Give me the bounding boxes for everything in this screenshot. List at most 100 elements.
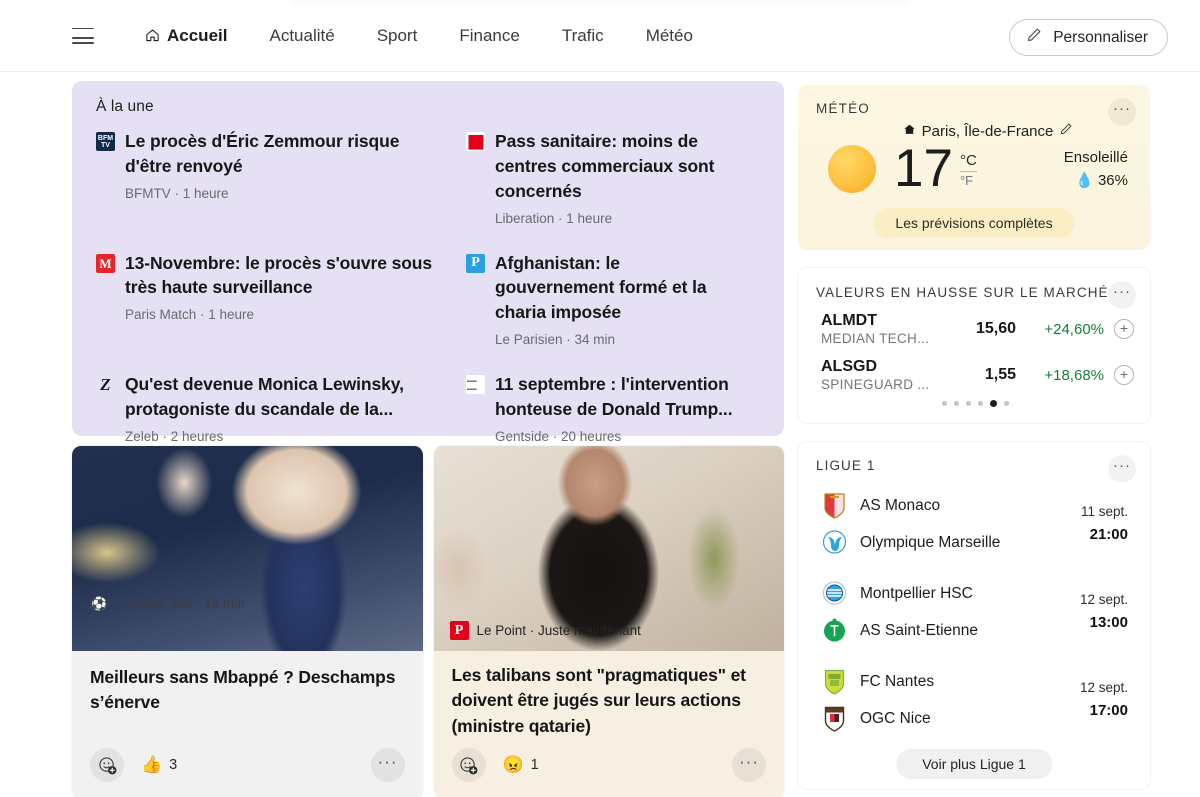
angry-face-icon: 😠 <box>502 755 524 774</box>
team-name: FC Nantes <box>860 672 935 690</box>
headline-item[interactable]: BFM TV Le procès d'Éric Zemmour risque d'… <box>96 129 466 226</box>
stocks-label: VALEURS EN HAUSSE SUR LE MARCHÉ <box>816 285 1109 300</box>
article-title: Meilleurs sans Mbappé ? Deschamps s’éner… <box>90 667 396 713</box>
nav-item-actualite[interactable]: Actualité <box>248 20 355 52</box>
football365-logo-icon: ⚽ <box>91 595 108 611</box>
stock-change: +24,60% <box>1044 320 1104 338</box>
headline-item[interactable]: P Afghanistan: le gouvernement formé et … <box>466 251 760 348</box>
plus-circle-icon[interactable]: + <box>1114 365 1134 385</box>
unit-fahrenheit[interactable]: °F <box>959 170 977 188</box>
headline-item[interactable]: ▬▬ ▬▬ 11 septembre : l'intervention honte… <box>466 372 760 444</box>
nav-item-label: Météo <box>645 25 693 45</box>
content-area: À la une BFM TV Le procès d'Éric Zemmour … <box>0 72 1200 797</box>
headline-text: Pass sanitaire: moins de centres commerc… <box>495 131 715 201</box>
article-card[interactable]: P Le Point · Juste maintenant Les taliba… <box>433 446 784 797</box>
reaction-tally[interactable]: 👍 3 <box>141 755 177 775</box>
nav-item-label: Sport <box>376 25 418 45</box>
lepoint-logo-icon: P <box>449 621 469 640</box>
carousel-pager[interactable] <box>816 400 1134 407</box>
montpellier-hsc-crest-icon <box>822 579 847 608</box>
match-row[interactable]: Montpellier HSC AS Saint-Etienne 12 sept… <box>816 575 1134 649</box>
ogc-nice-crest-icon <box>822 704 847 733</box>
pager-dot[interactable] <box>941 401 947 406</box>
nav-item-label: Finance <box>459 25 520 45</box>
home-team: Montpellier HSC <box>822 575 1080 612</box>
reaction-count: 1 <box>530 757 539 773</box>
team-name: Olympique Marseille <box>860 533 1001 551</box>
weather-condition: Ensoleillé <box>1063 148 1128 166</box>
leparisien-logo-icon: P <box>466 253 485 273</box>
match-schedule: 11 sept. 21:00 <box>1081 502 1134 546</box>
stocks-widget: VALEURS EN HAUSSE SUR LE MARCHÉ ··· ALMD… <box>798 268 1150 423</box>
browser-chrome-strip <box>290 0 910 5</box>
weather-units[interactable]: °C °F <box>959 152 977 188</box>
more-options-icon[interactable]: ··· <box>1108 455 1136 483</box>
nav-item-meteo[interactable]: Météo <box>625 20 714 52</box>
pager-dot-active[interactable] <box>989 400 997 407</box>
match-date: 12 sept. <box>1079 679 1128 695</box>
more-options-icon[interactable]: ··· <box>370 748 405 782</box>
match-row[interactable]: FC Nantes OGC Nice 12 sept. 17:00 <box>816 663 1134 737</box>
weather-details: Ensoleillé 💧 36% <box>1064 149 1132 189</box>
as-monaco-crest-icon <box>822 491 847 520</box>
article-source: P Le Point · Juste maintenant <box>449 621 641 640</box>
headline-item[interactable]: Z Qu'est devenue Monica Lewinsky, protag… <box>96 372 466 444</box>
match-time: 21:00 <box>1089 525 1128 543</box>
team-name: AS Saint-Etienne <box>860 621 979 639</box>
nav-item-sport[interactable]: Sport <box>356 20 439 52</box>
home-icon <box>145 28 160 43</box>
article-title: Les talibans sont "pragmatiques" et doiv… <box>451 665 746 736</box>
pager-dot[interactable] <box>953 401 959 406</box>
headline-byline: Gentside · 20 heures <box>495 428 622 444</box>
headline-text: Afghanistan: le gouvernement formé et la… <box>495 252 707 323</box>
sun-icon <box>828 144 876 193</box>
ligue1-widget: LIGUE 1 ··· AS Monaco Olympique Marseill… <box>798 442 1150 789</box>
article-source: ⚽ Football 365 · 18 min <box>90 594 244 613</box>
weather-location[interactable]: Paris, Île-de-France <box>816 122 1132 140</box>
reaction-tally[interactable]: 😠 1 <box>503 755 539 775</box>
pager-dot[interactable] <box>1003 401 1009 406</box>
headline-item[interactable]: ▐█▌ Pass sanitaire: moins de centres com… <box>466 129 760 226</box>
stock-row[interactable]: ALSGD SPINEGUARD ... 1,55 +18,68% + <box>816 358 1134 392</box>
weather-forecast-button[interactable]: Les prévisions complètes <box>873 208 1075 238</box>
headline-byline: Zeleb · 2 heures <box>125 428 224 444</box>
team-name: AS Monaco <box>860 496 941 514</box>
nav-item-finance[interactable]: Finance <box>438 20 540 52</box>
nav-item-trafic[interactable]: Trafic <box>541 20 625 52</box>
headline-item[interactable]: M 13-Novembre: le procès s'ouvre sous tr… <box>96 251 466 348</box>
home-icon <box>903 123 916 140</box>
add-reaction-icon[interactable] <box>90 748 124 782</box>
stock-company: MEDIAN TECH... <box>821 331 930 346</box>
personalize-button[interactable]: Personnaliser <box>1009 19 1168 56</box>
more-options-icon[interactable]: ··· <box>732 748 766 782</box>
unit-celsius[interactable]: °C <box>960 152 977 169</box>
home-team: FC Nantes <box>822 663 1080 700</box>
pencil-icon[interactable] <box>1059 122 1073 140</box>
thumbs-up-icon: 👍 <box>141 755 163 774</box>
pager-dot[interactable] <box>977 401 983 406</box>
add-reaction-icon[interactable] <box>451 748 486 782</box>
match-time: 17:00 <box>1089 701 1128 719</box>
stock-row[interactable]: ALMDT MEDIAN TECH... 15,60 +24,60% + <box>816 312 1134 346</box>
away-team: OGC Nice <box>822 700 1080 737</box>
top-navigation-bar: Accueil Actualité Sport Finance Trafic M… <box>0 0 1200 72</box>
headline-byline: Le Parisien · 34 min <box>495 332 616 348</box>
nav-item-accueil[interactable]: Accueil <box>124 20 248 52</box>
away-team: AS Saint-Etienne <box>822 612 1080 649</box>
article-card[interactable]: ⚽ Football 365 · 18 min Meilleurs sans M… <box>72 446 423 797</box>
more-options-icon[interactable]: ··· <box>1108 98 1136 126</box>
plus-circle-icon[interactable]: + <box>1114 319 1134 339</box>
more-options-icon[interactable]: ··· <box>1108 281 1136 309</box>
humidity-value: 36% <box>1097 171 1128 189</box>
match-row[interactable]: AS Monaco Olympique Marseille 11 sept. 2… <box>816 487 1134 561</box>
weather-widget: MÉTÉO ··· Paris, Île-de-France 17 °C °F … <box>798 85 1150 250</box>
match-time: 13:00 <box>1089 613 1128 631</box>
hamburger-menu-icon[interactable] <box>72 27 94 44</box>
ligue1-see-more-button[interactable]: Voir plus Ligue 1 <box>896 749 1052 779</box>
fc-nantes-crest-icon <box>822 667 847 696</box>
page-root: Accueil Actualité Sport Finance Trafic M… <box>0 0 1200 797</box>
stock-price: 15,60 <box>975 320 1016 337</box>
pager-dot[interactable] <box>965 401 971 406</box>
nav-item-label: Accueil <box>167 25 228 45</box>
stock-price: 1,55 <box>984 366 1016 383</box>
